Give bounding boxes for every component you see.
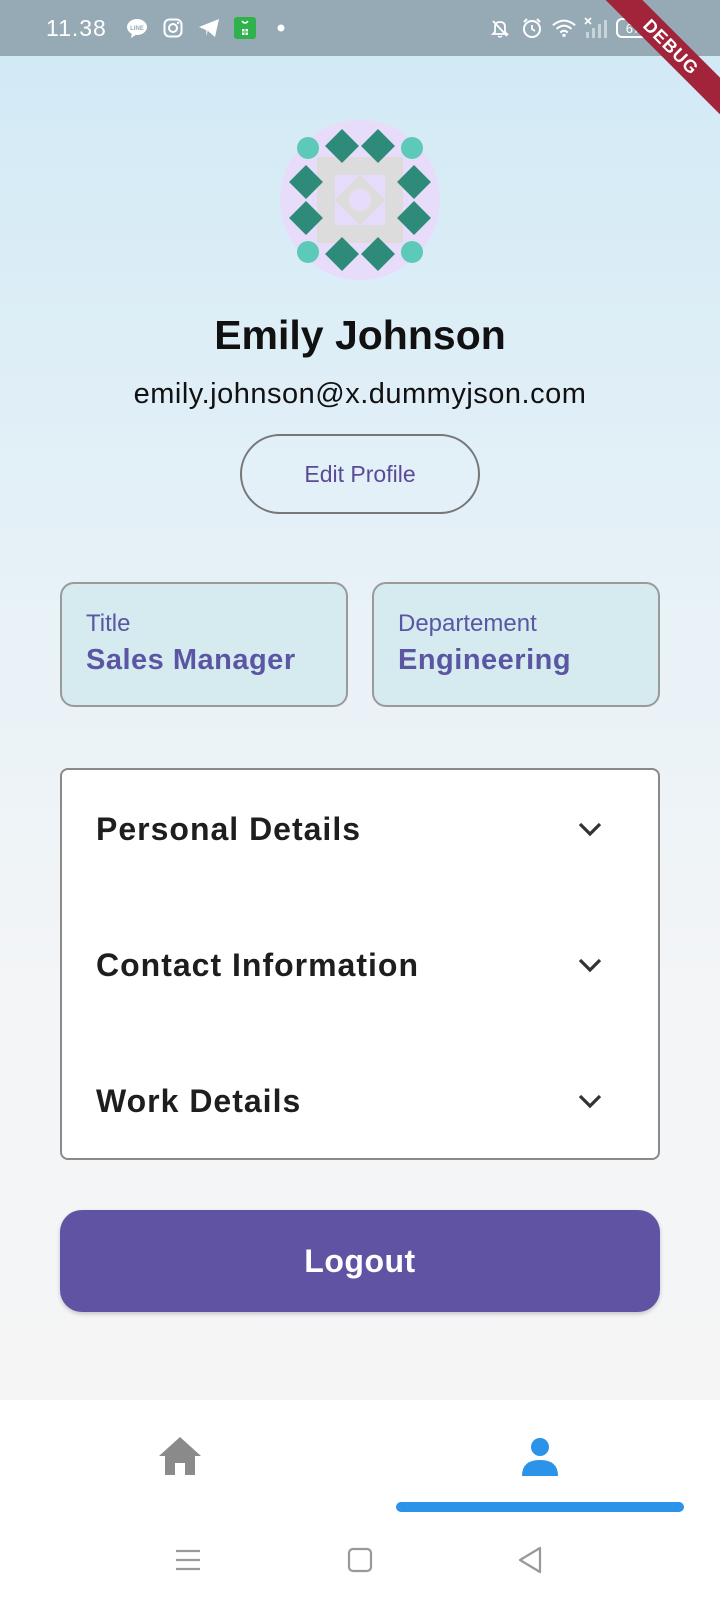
chevron-down-icon [576, 951, 604, 979]
edit-profile-button[interactable]: Edit Profile [240, 434, 480, 514]
section-personal-details[interactable]: Personal Details [62, 784, 658, 874]
section-title: Work Details [96, 1082, 302, 1119]
chevron-down-icon [576, 1087, 604, 1115]
debug-banner: DEBUG [590, 0, 720, 130]
dot-icon [269, 16, 293, 40]
section-contact-information[interactable]: Contact Information [62, 920, 658, 1010]
back-icon[interactable] [510, 1540, 550, 1580]
status-left: 11.38 LINE [46, 15, 293, 42]
status-time: 11.38 [46, 14, 107, 41]
title-card: Title Sales Manager [60, 582, 348, 707]
nav-profile[interactable] [510, 1428, 570, 1488]
user-email: emily.johnson@x.dummyjson.com [133, 378, 587, 410]
section-work-details[interactable]: Work Details [62, 1056, 658, 1146]
alarm-icon [520, 16, 544, 40]
avatar [280, 120, 440, 280]
title-card-label: Title [86, 610, 131, 637]
line-icon: LINE [125, 16, 149, 40]
system-nav-bar [0, 1518, 720, 1600]
section-title: Personal Details [96, 810, 361, 847]
person-icon [520, 1436, 560, 1481]
nav-active-indicator [396, 1502, 684, 1512]
mute-icon [488, 16, 512, 40]
debug-label: DEBUG [594, 0, 720, 124]
title-card-value: Sales Manager [86, 644, 296, 676]
svg-text:LINE: LINE [130, 26, 144, 32]
instagram-icon [161, 16, 185, 40]
nav-home[interactable] [150, 1428, 210, 1488]
chevron-down-icon [576, 815, 604, 843]
wifi-icon [552, 16, 576, 40]
app-icon [233, 16, 257, 40]
section-title: Contact Information [96, 946, 419, 983]
department-card: Departement Engineering [372, 582, 660, 707]
menu-icon[interactable] [168, 1540, 208, 1580]
home-square-icon[interactable] [340, 1540, 380, 1580]
user-name: Emily Johnson [214, 312, 506, 358]
logout-button[interactable]: Logout [60, 1210, 660, 1312]
details-accordion: Personal Details Contact Information Wor… [60, 768, 660, 1160]
home-icon [157, 1435, 203, 1482]
department-card-label: Departement [398, 610, 537, 637]
department-card-value: Engineering [398, 644, 572, 676]
bottom-nav [0, 1400, 720, 1518]
telegram-icon [197, 16, 221, 40]
